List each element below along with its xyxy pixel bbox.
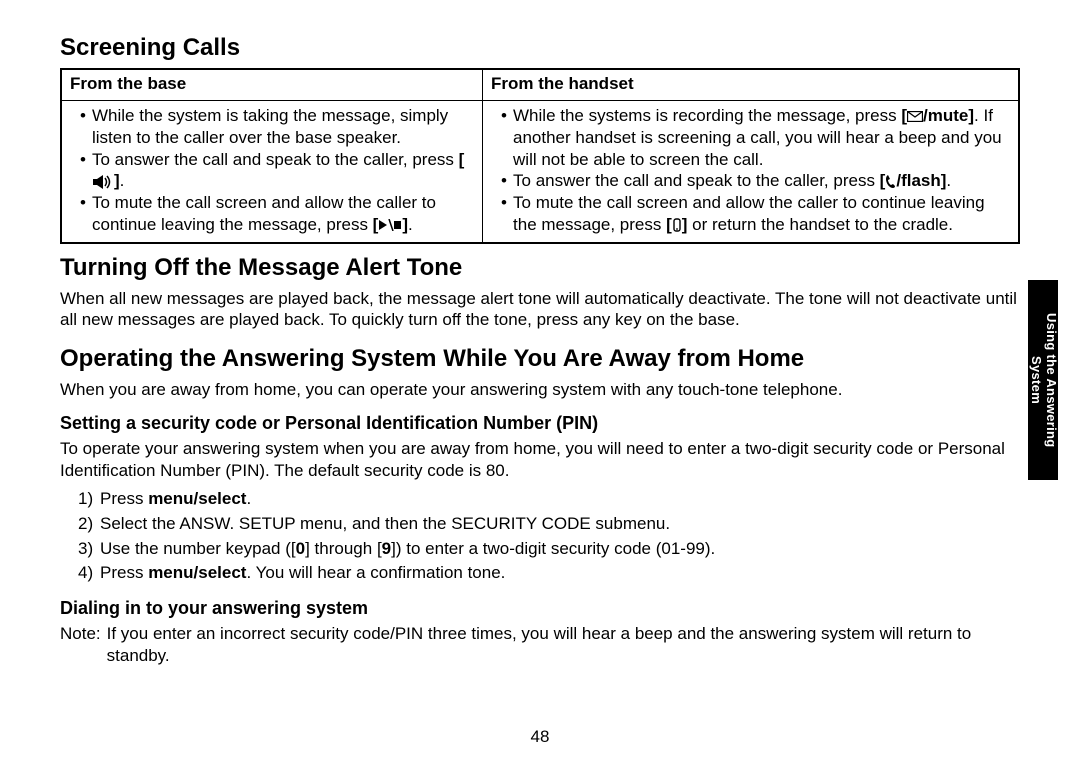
section-side-tab: Using the Answering System — [1028, 280, 1058, 480]
step-4: Press menu/select. You will hear a confi… — [78, 561, 1020, 586]
handset-bullet-3: To mute the call screen and allow the ca… — [501, 192, 1010, 236]
mail-mute-icon — [907, 111, 923, 122]
note-row: Note: If you enter an incorrect security… — [60, 623, 1020, 667]
step-2: Select the ANSW. SETUP menu, and then th… — [78, 512, 1020, 537]
base-bullet-3: To mute the call screen and allow the ca… — [80, 192, 474, 236]
heading-setting-pin: Setting a security code or Personal Iden… — [60, 413, 1020, 434]
heading-alert-tone: Turning Off the Message Alert Tone — [60, 254, 1020, 282]
step-3: Use the number keypad ([0] through [9]) … — [78, 537, 1020, 562]
note-text: If you enter an incorrect security code/… — [107, 623, 1020, 667]
heading-screening-calls: Screening Calls — [60, 34, 1020, 62]
end-icon — [672, 218, 682, 232]
operating-away-paragraph: When you are away from home, you can ope… — [60, 379, 1020, 401]
pin-steps-list: Press menu/select. Select the ANSW. SETU… — [60, 487, 1020, 586]
note-label: Note: — [60, 623, 107, 667]
cell-from-handset: While the systems is recording the messa… — [483, 101, 1019, 243]
alert-tone-paragraph: When all new messages are played back, t… — [60, 288, 1020, 332]
handset-bullet-1: While the systems is recording the messa… — [501, 105, 1010, 170]
table-row: While the system is taking the message, … — [61, 101, 1019, 243]
heading-operating-away: Operating the Answering System While You… — [60, 345, 1020, 373]
table-header-handset: From the handset — [483, 69, 1019, 101]
step-1: Press menu/select. — [78, 487, 1020, 512]
talk-flash-icon — [885, 175, 896, 189]
cell-from-base: While the system is taking the message, … — [61, 101, 483, 243]
speaker-icon — [92, 175, 114, 189]
heading-dialing-in: Dialing in to your answering system — [60, 598, 1020, 619]
table-header-base: From the base — [61, 69, 483, 101]
handset-bullet-2: To answer the call and speak to the call… — [501, 170, 1010, 192]
manual-page: Screening Calls From the base From the h… — [0, 0, 1080, 759]
play-stop-icon — [378, 219, 402, 231]
base-bullet-2: To answer the call and speak to the call… — [80, 149, 474, 193]
screening-table: From the base From the handset While the… — [60, 68, 1020, 244]
section-tab-label: Using the Answering System — [1028, 313, 1058, 448]
page-number: 48 — [0, 727, 1080, 747]
setting-pin-paragraph: To operate your answering system when yo… — [60, 438, 1020, 482]
base-bullet-1: While the system is taking the message, … — [80, 105, 474, 149]
